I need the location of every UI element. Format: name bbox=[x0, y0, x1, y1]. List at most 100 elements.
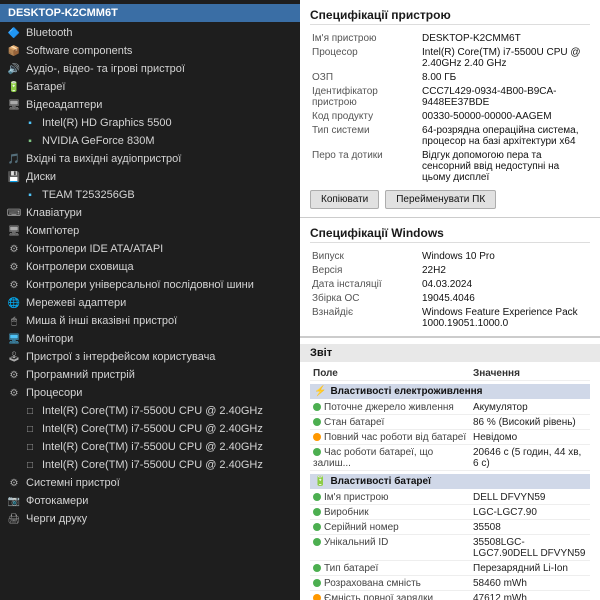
tree-label: Контролери IDE ATA/ATAPI bbox=[26, 243, 163, 255]
tree-label: Фотокамери bbox=[26, 495, 88, 507]
status-dot bbox=[313, 418, 321, 426]
power-value: Невідомо bbox=[470, 430, 590, 445]
tree-label: Відеоадаптери bbox=[26, 99, 102, 111]
tree-label: Аудіо-, відео- та ігрові пристрої bbox=[26, 63, 185, 75]
tree-item[interactable]: ⚙ Контролери універсальної послідовної ш… bbox=[0, 276, 300, 294]
power-value: 86 % (Високий рівень) bbox=[470, 415, 590, 430]
report-header-table: Поле Значення bbox=[310, 366, 590, 381]
tree-label: Комп'ютер bbox=[26, 225, 79, 237]
tree-item[interactable]: 📷 Фотокамери bbox=[0, 492, 300, 510]
device-specs-section: Специфікації пристрою Ім'я пристроюDESKT… bbox=[300, 0, 600, 218]
battery-key: Серійний номер bbox=[310, 520, 470, 535]
battery-value: LGC-LGC7.90 bbox=[470, 505, 590, 520]
spec-row: ПроцесорIntel(R) Core(TM) i7-5500U CPU @… bbox=[310, 45, 590, 70]
tree-label: NVIDIA GeForce 830M bbox=[42, 135, 155, 147]
spec-row: ОЗП8.00 ГБ bbox=[310, 70, 590, 84]
tree-item[interactable]: ▪ NVIDIA GeForce 830M bbox=[0, 132, 300, 150]
tree-item[interactable]: ⚙ Контролери IDE ATA/ATAPI bbox=[0, 240, 300, 258]
battery-group-header: 🔋 Властивості батареї bbox=[310, 474, 590, 489]
status-dot bbox=[313, 493, 321, 501]
tree-item[interactable]: ▪ TEAM T253256GB bbox=[0, 186, 300, 204]
spec-row: Тип системи64-розрядна операційна систем… bbox=[310, 123, 590, 148]
tree-item[interactable]: ⌨ Клавіатури bbox=[0, 204, 300, 222]
battery-value: 47612 mWh bbox=[470, 591, 590, 600]
tree-item[interactable]: 🎵 Вхідні та вихідні аудіопристрої bbox=[0, 150, 300, 168]
tree-item[interactable]: 🖨 Черги друку bbox=[0, 510, 300, 528]
tree-item[interactable]: 🖥 Монітори bbox=[0, 330, 300, 348]
tree-icon: 🖥 bbox=[6, 223, 22, 239]
tree-item[interactable]: □ Intel(R) Core(TM) i7-5500U CPU @ 2.40G… bbox=[0, 438, 300, 456]
spec-row: Перо та дотикиВідгук допомогою пера та с… bbox=[310, 148, 590, 184]
spec-key: Перо та дотики bbox=[310, 148, 420, 184]
spec-value: CCC7L429-0934-4B00-B9CA-9448EE37BDE bbox=[420, 84, 590, 109]
spec-key: Тип системи bbox=[310, 123, 420, 148]
tree-item[interactable]: □ Intel(R) Core(TM) i7-5500U CPU @ 2.40G… bbox=[0, 456, 300, 474]
battery-value: Перезарядний Li-Ion bbox=[470, 561, 590, 576]
status-dot bbox=[313, 538, 321, 546]
rename-button[interactable]: Перейменувати ПК bbox=[385, 190, 496, 209]
tree-label: Intel(R) Core(TM) i7-5500U CPU @ 2.40GHz bbox=[42, 441, 263, 453]
tree-icon: 🌐 bbox=[6, 295, 22, 311]
spec-value: Відгук допомогою пера та сенсорний ввід … bbox=[420, 148, 590, 184]
status-dot bbox=[313, 594, 321, 600]
tree-item[interactable]: ⚙ Процесори bbox=[0, 384, 300, 402]
device-tree[interactable]: DESKTOP-K2CMM6T 🔷 Bluetooth 📦 Software c… bbox=[0, 0, 300, 600]
power-table: Поточне джерело живлення Акумулятор Стан… bbox=[310, 400, 590, 471]
tree-item[interactable]: □ Intel(R) Core(TM) i7-5500U CPU @ 2.40G… bbox=[0, 402, 300, 420]
tree-icon: 🖥 bbox=[6, 331, 22, 347]
copy-button[interactable]: Копіювати bbox=[310, 190, 379, 209]
power-key: Стан батареї bbox=[310, 415, 470, 430]
tree-item[interactable]: 🕹 Пристрої з інтерфейсом користувача bbox=[0, 348, 300, 366]
tree-label: Intel(R) Core(TM) i7-5500U CPU @ 2.40GHz bbox=[42, 459, 263, 471]
tree-label: Контролери універсальної послідовної шин… bbox=[26, 279, 254, 291]
tree-item[interactable]: ⚙ Програмний пристрій bbox=[0, 366, 300, 384]
tree-icon: □ bbox=[22, 403, 38, 419]
battery-row: Ім'я пристрою DELL DFVYN59 bbox=[310, 490, 590, 505]
win-spec-key: Збірка ОС bbox=[310, 291, 420, 305]
spec-value: 64-розрядна операційна система, процесор… bbox=[420, 123, 590, 148]
tree-icon: □ bbox=[22, 421, 38, 437]
tree-item[interactable]: 💾 Диски bbox=[0, 168, 300, 186]
power-value: Акумулятор bbox=[470, 400, 590, 415]
power-row: Повний час роботи від батареї Невідомо bbox=[310, 430, 590, 445]
tree-item[interactable]: 🖥 Комп'ютер bbox=[0, 222, 300, 240]
power-key: Повний час роботи від батареї bbox=[310, 430, 470, 445]
battery-key: Унікальний ID bbox=[310, 535, 470, 561]
tree-icon: ▪ bbox=[22, 187, 38, 203]
tree-icon: 🔷 bbox=[6, 25, 22, 41]
tree-item[interactable]: 🔷 Bluetooth bbox=[0, 24, 300, 42]
battery-value: DELL DFVYN59 bbox=[470, 490, 590, 505]
spec-row: Ім'я пристроюDESKTOP-K2CMM6T bbox=[310, 31, 590, 45]
tree-label: Intel(R) Core(TM) i7-5500U CPU @ 2.40GHz bbox=[42, 423, 263, 435]
tree-label: Монітори bbox=[26, 333, 73, 345]
tree-icon: 💾 bbox=[6, 169, 22, 185]
tree-icon: ⚙ bbox=[6, 367, 22, 383]
battery-key: Ємність повної зарядки bbox=[310, 591, 470, 600]
battery-value: 35508LGC-LGC7.90DELL DFVYN59 bbox=[470, 535, 590, 561]
device-specs-title: Специфікації пристрою bbox=[310, 8, 590, 25]
tree-item[interactable]: 📦 Software components bbox=[0, 42, 300, 60]
tree-label: Системні пристрої bbox=[26, 477, 120, 489]
battery-key: Тип батареї bbox=[310, 561, 470, 576]
tree-item[interactable]: □ Intel(R) Core(TM) i7-5500U CPU @ 2.40G… bbox=[0, 420, 300, 438]
tree-label: Черги друку bbox=[26, 513, 87, 525]
tree-item[interactable]: 🔊 Аудіо-, відео- та ігрові пристрої bbox=[0, 60, 300, 78]
power-row: Стан батареї 86 % (Високий рівень) bbox=[310, 415, 590, 430]
tree-icon: ▪ bbox=[22, 115, 38, 131]
tree-icon: ⚙ bbox=[6, 385, 22, 401]
tree-item[interactable]: 🖥 Відеоадаптери bbox=[0, 96, 300, 114]
tree-icon: 🔋 bbox=[6, 79, 22, 95]
tree-item[interactable]: 🌐 Мережеві адаптери bbox=[0, 294, 300, 312]
tree-item[interactable]: ▪ Intel(R) HD Graphics 5500 bbox=[0, 114, 300, 132]
tree-label: Intel(R) Core(TM) i7-5500U CPU @ 2.40GHz bbox=[42, 405, 263, 417]
battery-row: Виробник LGC-LGC7.90 bbox=[310, 505, 590, 520]
tree-item[interactable]: 🖱 Миша й інші вказівні пристрої bbox=[0, 312, 300, 330]
spec-key: Процесор bbox=[310, 45, 420, 70]
win-spec-row: ВзнайдієWindows Feature Experience Pack … bbox=[310, 305, 590, 330]
tree-label: TEAM T253256GB bbox=[42, 189, 135, 201]
spec-key: Код продукту bbox=[310, 109, 420, 123]
tree-item[interactable]: ⚙ Контролери сховища bbox=[0, 258, 300, 276]
tree-item[interactable]: ⚙ Системні пристрої bbox=[0, 474, 300, 492]
tree-icon: ⚙ bbox=[6, 259, 22, 275]
tree-item[interactable]: 🔋 Батареї bbox=[0, 78, 300, 96]
